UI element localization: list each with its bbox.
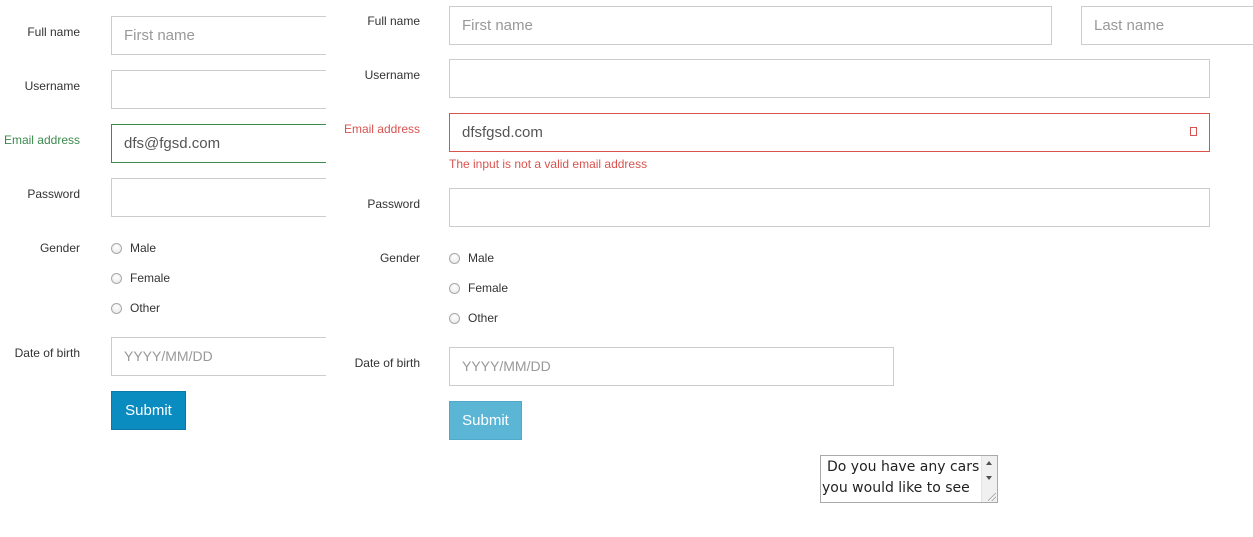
email-input[interactable]: dfsfgsd.com — [449, 113, 1210, 152]
textarea-line: you would like to see — [822, 480, 970, 496]
radio-button[interactable] — [111, 272, 122, 284]
gender-option-female[interactable]: Female — [449, 281, 508, 295]
radio-button[interactable] — [449, 312, 460, 324]
username-label: Username — [364, 68, 420, 82]
full-name-label: Full name — [27, 25, 80, 39]
gender-option-label: Female — [130, 271, 171, 285]
radio-button[interactable] — [449, 252, 460, 264]
cars-textarea[interactable]: Do you have any cars you would like to s… — [820, 455, 998, 503]
email-label: Email address — [343, 122, 420, 136]
first-name-input[interactable]: First name — [449, 6, 1052, 45]
email-label: Email address — [3, 133, 80, 147]
gender-option-label: Other — [468, 311, 499, 325]
gender-option-other[interactable]: Other — [449, 311, 498, 325]
gender-label: Gender — [39, 241, 80, 255]
submit-button[interactable]: Submit — [449, 401, 522, 440]
password-label: Password — [27, 187, 80, 201]
dob-input[interactable]: YYYY/MM/DD — [449, 347, 894, 386]
gender-option-female[interactable]: Female — [111, 271, 170, 285]
resize-grip-icon[interactable] — [988, 493, 996, 501]
email-error-message: The input is not a valid email address — [449, 157, 648, 171]
submit-button[interactable]: Submit — [111, 391, 186, 430]
radio-button[interactable] — [111, 242, 122, 254]
gender-option-label: Other — [130, 301, 161, 315]
scroll-down-arrow-icon[interactable] — [986, 476, 992, 480]
password-label: Password — [367, 197, 420, 211]
username-input[interactable] — [449, 59, 1210, 98]
gender-option-male[interactable]: Male — [449, 251, 494, 265]
email-input[interactable]: dfs@fgsd.com — [111, 124, 331, 163]
right-form: Full name First name Last name Username … — [326, 0, 1253, 537]
gender-option-label: Male — [468, 251, 495, 265]
email-value: dfs@fgsd.com — [124, 135, 221, 152]
username-input[interactable] — [111, 70, 331, 109]
textarea-line: Do you have any cars — [827, 459, 980, 475]
email-value: dfsfgsd.com — [462, 124, 543, 141]
gender-option-male[interactable]: Male — [111, 241, 156, 255]
gender-option-label: Female — [468, 281, 509, 295]
dob-label: Date of birth — [354, 356, 420, 370]
password-input[interactable] — [449, 188, 1210, 227]
full-name-label: Full name — [367, 14, 420, 28]
gender-label: Gender — [379, 251, 420, 265]
radio-button[interactable] — [449, 282, 460, 294]
password-input[interactable] — [111, 178, 331, 217]
gender-option-label: Male — [130, 241, 157, 255]
radio-button[interactable] — [111, 302, 122, 314]
dob-input[interactable]: YYYY/MM/DD — [111, 337, 331, 376]
dob-label: Date of birth — [14, 346, 80, 360]
last-name-input[interactable]: Last name — [1081, 6, 1253, 45]
first-name-input[interactable]: First name — [111, 16, 331, 55]
gender-option-other[interactable]: Other — [111, 301, 160, 315]
error-icon — [1190, 127, 1197, 136]
scroll-up-arrow-icon[interactable] — [986, 461, 992, 465]
username-label: Username — [24, 79, 80, 93]
